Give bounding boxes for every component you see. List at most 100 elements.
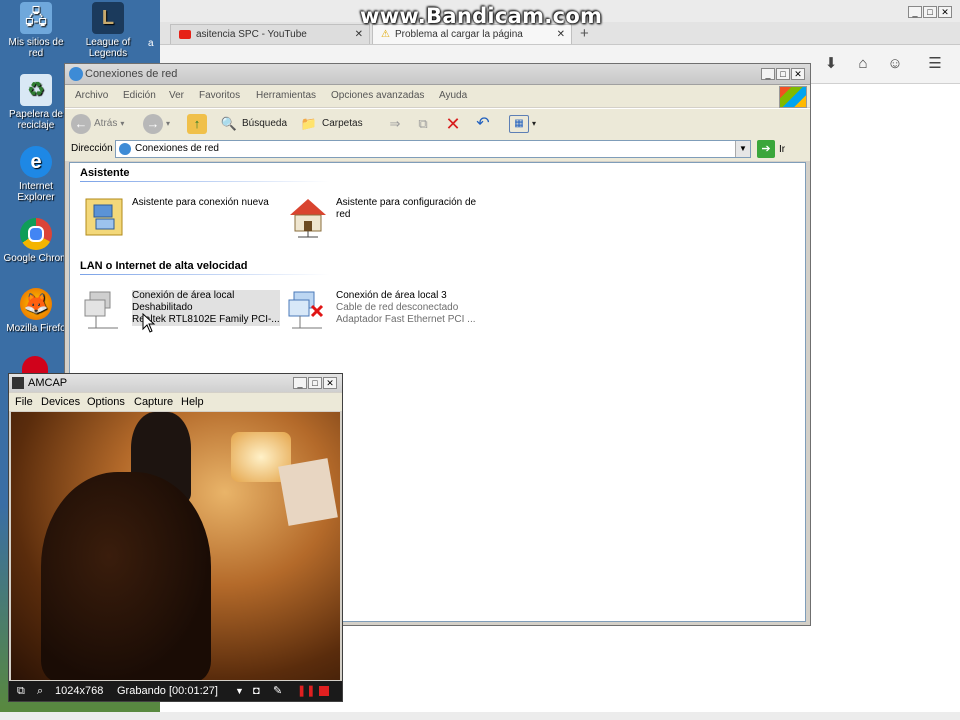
group-header-lan: LAN o Internet de alta velocidad xyxy=(80,260,248,272)
resolution-text: 1024x768 xyxy=(55,685,104,697)
minimize-button[interactable]: _ xyxy=(908,6,922,18)
desktop-icon-chrome[interactable]: Google Chrom xyxy=(0,218,72,264)
up-folder-button[interactable]: ↑ xyxy=(187,113,207,135)
maximize-button[interactable]: □ xyxy=(776,68,790,80)
network-window-titlebar: Conexiones de red _ □ ✕ xyxy=(65,64,810,85)
mouse-cursor-icon xyxy=(142,313,156,333)
stop-icon[interactable] xyxy=(319,686,329,696)
back-button[interactable]: ← Atrás ▾ xyxy=(71,113,124,135)
pause-icon[interactable]: ❚❚ xyxy=(297,681,315,701)
item-network-setup-wizard[interactable]: Asistente para configuración de red xyxy=(286,195,496,243)
item-new-connection-wizard[interactable]: Asistente para conexión nueva xyxy=(82,195,282,243)
menu-archivo[interactable]: Archivo xyxy=(75,90,108,101)
network-window-icon xyxy=(69,67,83,81)
new-connection-wizard-icon xyxy=(85,198,123,236)
address-input[interactable]: Conexiones de red ▼ xyxy=(115,140,751,158)
forward-arrow-icon: → xyxy=(143,114,163,134)
desktop-icon-firefox[interactable]: 🦊 Mozilla Firefo xyxy=(0,288,72,334)
close-button[interactable]: ✕ xyxy=(791,68,805,80)
maximize-button[interactable]: □ xyxy=(923,6,937,18)
move-to-icon: ⇒ xyxy=(389,116,401,131)
menu-icon[interactable]: ☰ xyxy=(924,53,946,75)
ie-icon: e xyxy=(20,146,52,178)
forward-button[interactable]: → ▾ xyxy=(143,113,170,135)
item-label: Asistente para conexión nueva xyxy=(132,197,269,208)
item-label: Asistente para configuración de red xyxy=(336,197,477,220)
house-network-icon xyxy=(290,199,326,238)
tab-youtube[interactable]: asitencia SPC - YouTube ✕ xyxy=(170,24,370,44)
menu-help[interactable]: Help xyxy=(181,396,204,408)
menu-ver[interactable]: Ver xyxy=(169,90,184,101)
network-folder-icon xyxy=(119,143,131,155)
desktop-icon-network-places[interactable]: 🖧 Mis sitios de red xyxy=(0,2,72,59)
windows-logo-icon xyxy=(779,86,807,108)
maximize-button[interactable]: □ xyxy=(308,377,322,389)
camera-icon[interactable]: ◘ xyxy=(253,681,260,701)
search-button[interactable]: 🔍 Búsqueda xyxy=(219,113,287,135)
home-icon[interactable]: ⌂ xyxy=(852,53,874,75)
item-status: Cable de red desconectado xyxy=(336,302,459,313)
window-title: Conexiones de red xyxy=(85,68,178,80)
minimize-button[interactable]: _ xyxy=(293,377,307,389)
webcam-preview xyxy=(11,412,340,680)
delete-button[interactable]: ✕ xyxy=(443,113,463,135)
go-button[interactable]: ➔ Ir xyxy=(757,140,785,158)
item-label: Conexión de área local 3 xyxy=(336,290,447,301)
amcap-statusbar: ⧉ ⌕ 1024x768 Grabando [00:01:27] ▼ ◘ ✎ ❚… xyxy=(9,681,342,701)
menu-ayuda[interactable]: Ayuda xyxy=(439,90,467,101)
folders-button[interactable]: 📁 Carpetas xyxy=(299,113,363,135)
undo-button[interactable]: ↶ xyxy=(473,113,493,135)
lan-disabled-icon xyxy=(84,291,118,329)
screen-icon[interactable]: ⧉ xyxy=(17,681,25,701)
menu-edicion[interactable]: Edición xyxy=(123,90,156,101)
desktop-icon-recycle-bin[interactable]: ♻ Papelera de reciclaje xyxy=(0,74,72,131)
pencil-icon[interactable]: ✎ xyxy=(273,681,282,701)
item-local-area-connection-3[interactable]: Conexión de área local 3 Cable de red de… xyxy=(286,288,496,336)
go-arrow-icon: ➔ xyxy=(757,140,775,158)
menu-options[interactable]: Options xyxy=(87,396,125,408)
close-tab-icon[interactable]: ✕ xyxy=(557,25,565,45)
chevron-down-icon[interactable]: ▼ xyxy=(235,681,244,701)
search-icon: 🔍 xyxy=(220,116,238,131)
menu-herramientas[interactable]: Herramientas xyxy=(256,90,316,101)
close-button[interactable]: ✕ xyxy=(323,377,337,389)
back-arrow-icon: ← xyxy=(71,114,91,134)
menu-devices[interactable]: Devices xyxy=(41,396,80,408)
chevron-down-icon: ▾ xyxy=(532,119,537,128)
menu-file[interactable]: File xyxy=(15,396,33,408)
item-local-area-connection[interactable]: Conexión de área local Deshabilitado Rea… xyxy=(82,288,287,336)
address-bar: Dirección Conexiones de red ▼ ➔ Ir xyxy=(65,139,810,161)
amcap-menubar: File Devices Options Capture Help xyxy=(9,393,342,411)
network-places-icon: 🖧 xyxy=(20,2,52,34)
menu-favoritos[interactable]: Favoritos xyxy=(199,90,240,101)
recycle-bin-icon: ♻ xyxy=(20,74,52,106)
menu-capture[interactable]: Capture xyxy=(134,396,173,408)
address-dropdown-button[interactable]: ▼ xyxy=(735,141,750,157)
up-folder-icon: ↑ xyxy=(187,114,207,134)
youtube-icon xyxy=(179,29,191,39)
recording-status: Grabando [00:01:27] xyxy=(117,685,218,697)
desktop-icon-league[interactable]: L League of Legends xyxy=(72,2,144,59)
item-adapter: Adaptador Fast Ethernet PCI ... xyxy=(336,314,476,325)
league-icon: L xyxy=(92,2,124,34)
smiley-icon[interactable]: ☺ xyxy=(884,53,906,75)
close-tab-icon[interactable]: ✕ xyxy=(355,25,363,45)
lan-disconnected-icon xyxy=(288,291,324,329)
desktop-icon-ie[interactable]: e Internet Explorer xyxy=(0,146,72,203)
bandicam-watermark: www.Bandicam.com xyxy=(360,4,603,28)
amcap-app-icon xyxy=(12,377,24,389)
copy-to-button[interactable]: ⧉ xyxy=(413,113,433,135)
group-divider xyxy=(80,181,330,182)
bottom-strip xyxy=(0,712,960,720)
menu-opciones-avanzadas[interactable]: Opciones avanzadas xyxy=(331,90,424,101)
minimize-button[interactable]: _ xyxy=(761,68,775,80)
undo-icon: ↶ xyxy=(476,115,490,132)
download-icon[interactable]: ⬇ xyxy=(820,53,842,75)
item-label: Conexión de área local xyxy=(132,290,235,301)
close-button[interactable]: ✕ xyxy=(938,6,952,18)
zoom-icon[interactable]: ⌕ xyxy=(37,681,43,701)
firefox-icon: 🦊 xyxy=(20,288,52,320)
move-to-button[interactable]: ⇒ xyxy=(385,113,405,135)
views-button[interactable]: ▦ ▾ xyxy=(509,113,536,135)
delete-x-icon: ✕ xyxy=(445,114,461,134)
